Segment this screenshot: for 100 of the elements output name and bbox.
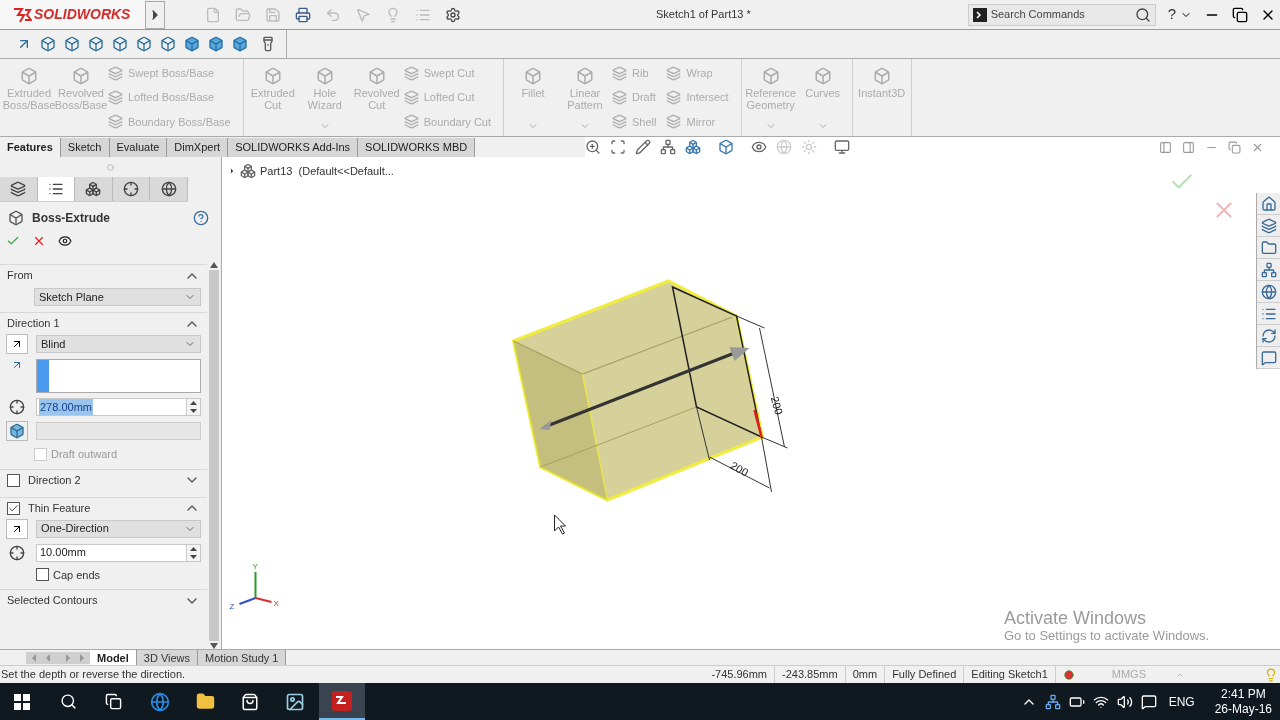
reverse-direction-button[interactable]	[6, 334, 28, 354]
windows-logo-icon[interactable]	[14, 693, 30, 710]
dimension-label[interactable]: 200	[768, 395, 786, 416]
language-indicator[interactable]: ENG	[1168, 692, 1195, 711]
part-icon	[240, 163, 256, 180]
appearance-icon[interactable]	[1260, 283, 1277, 300]
checkbox[interactable]	[7, 473, 20, 487]
panel-tab[interactable]	[75, 177, 113, 201]
model-tab[interactable]: Model	[90, 650, 137, 665]
model-tab[interactable]: Motion Study 1	[198, 650, 287, 665]
app-logo[interactable]: SOLIDWORKS	[0, 0, 145, 29]
end-condition-dropdown[interactable]: Blind	[36, 335, 201, 353]
status-field: Editing Sketch1	[964, 666, 1056, 683]
checkbox[interactable]	[36, 568, 49, 582]
cancel-icon[interactable]	[32, 234, 46, 248]
command-tab[interactable]: SOLIDWORKS MBD	[358, 138, 476, 157]
ok-icon[interactable]	[6, 234, 20, 248]
store-icon[interactable]	[241, 692, 259, 711]
restore-icon[interactable]	[1232, 6, 1248, 23]
layers-icon	[403, 65, 419, 81]
section-view-icon[interactable]	[660, 139, 676, 155]
app-icon[interactable]	[285, 691, 305, 712]
menu-expand-button[interactable]	[145, 0, 165, 29]
command-tab[interactable]: Evaluate	[109, 138, 168, 157]
cube-icon[interactable]	[40, 36, 56, 52]
draft-angle-field[interactable]	[36, 422, 201, 440]
splitter-handle-icon[interactable]	[107, 163, 114, 171]
display-style-icon[interactable]	[718, 139, 734, 155]
cube-icon	[813, 67, 832, 85]
search-field[interactable]: Search Commands	[990, 6, 1131, 23]
draft-button[interactable]	[6, 421, 28, 441]
dimension-label[interactable]: 200	[728, 459, 751, 479]
printer-icon[interactable]	[295, 6, 311, 23]
cube-icon	[9, 423, 25, 439]
zoom-area-icon[interactable]	[610, 139, 626, 155]
panel-tab[interactable]	[0, 177, 38, 201]
cube-icon[interactable]	[136, 36, 152, 52]
settings-icon[interactable]	[445, 6, 461, 23]
cube-icon[interactable]	[184, 36, 200, 52]
clock[interactable]: 2:41 PM 26-May-16	[1214, 686, 1272, 717]
cube-icon[interactable]	[160, 36, 176, 52]
panel-tab[interactable]	[37, 177, 76, 201]
panel-icon[interactable]	[1182, 140, 1195, 154]
reverse-direction-button[interactable]	[6, 518, 28, 539]
checkmark-icon	[8, 502, 19, 514]
scroll-up-icon[interactable]	[210, 262, 218, 268]
cube-icon[interactable]	[64, 36, 80, 52]
network-icon[interactable]	[1260, 261, 1277, 278]
direction-arrow[interactable]	[539, 347, 750, 430]
flashlight-icon[interactable]	[260, 36, 276, 52]
spin-buttons[interactable]	[186, 399, 200, 415]
cube-icon[interactable]	[88, 36, 104, 52]
model-tab[interactable]: 3D Views	[136, 650, 199, 665]
tree-item[interactable]: Part13 (Default<<Default...	[260, 163, 394, 180]
command-tab[interactable]: DimXpert	[167, 138, 229, 157]
folder-icon[interactable]	[1260, 239, 1277, 256]
task-view-icon[interactable]	[105, 693, 122, 710]
globe-icon[interactable]	[150, 691, 170, 712]
refresh-icon[interactable]	[1260, 327, 1277, 344]
expand-icon[interactable]	[228, 167, 236, 176]
start-condition-dropdown[interactable]: Sketch Plane	[34, 288, 201, 306]
folder-icon[interactable]	[196, 692, 215, 711]
chat-icon[interactable]	[1260, 349, 1277, 366]
view-orientation-icon[interactable]	[685, 139, 701, 155]
cube-icon[interactable]	[112, 36, 128, 52]
taskbar-app-button[interactable]	[319, 683, 365, 720]
command-tab[interactable]: SOLIDWORKS Add-Ins	[228, 138, 359, 157]
library-icon[interactable]	[1260, 217, 1277, 234]
scrollbar[interactable]	[207, 262, 221, 649]
network-icon[interactable]	[1044, 693, 1061, 710]
thickness-field[interactable]: 10.00mm	[36, 543, 201, 562]
feature-tree-icon	[10, 181, 27, 197]
cube-icon[interactable]	[232, 36, 248, 52]
depth-field[interactable]: 278.00mm	[36, 398, 201, 416]
hide-show-icon[interactable]	[751, 139, 767, 155]
search-box[interactable]: Search Commands	[967, 3, 1156, 26]
checkbox[interactable]	[7, 501, 20, 515]
spin-buttons[interactable]	[186, 544, 200, 561]
tab-scroll-buttons[interactable]	[26, 651, 90, 664]
search-icon[interactable]	[60, 693, 77, 710]
panel-icon[interactable]	[1159, 140, 1172, 154]
eye-icon[interactable]	[58, 234, 72, 248]
thin-type-dropdown[interactable]: One-Direction	[36, 519, 201, 538]
units-selector[interactable]: MMGS	[1081, 666, 1176, 683]
speaker-icon[interactable]	[1116, 693, 1133, 710]
panel-tab[interactable]	[150, 177, 188, 201]
appearance-icon	[160, 181, 177, 197]
help-button[interactable]: ?	[1167, 3, 1176, 26]
monitor-icon[interactable]	[834, 139, 850, 155]
command-tab[interactable]: Sketch	[60, 138, 110, 157]
layers-icon	[108, 90, 123, 105]
zoom-icon[interactable]	[585, 139, 601, 155]
home-icon[interactable]	[1260, 195, 1277, 212]
pencil-icon[interactable]	[635, 139, 651, 155]
direction-selection-box[interactable]	[36, 359, 201, 393]
notification-icon[interactable]	[1140, 693, 1157, 710]
help-icon[interactable]	[193, 210, 209, 226]
search-icon[interactable]	[1134, 6, 1151, 23]
cube-icon[interactable]	[208, 36, 224, 52]
panel-tab[interactable]	[112, 177, 151, 201]
